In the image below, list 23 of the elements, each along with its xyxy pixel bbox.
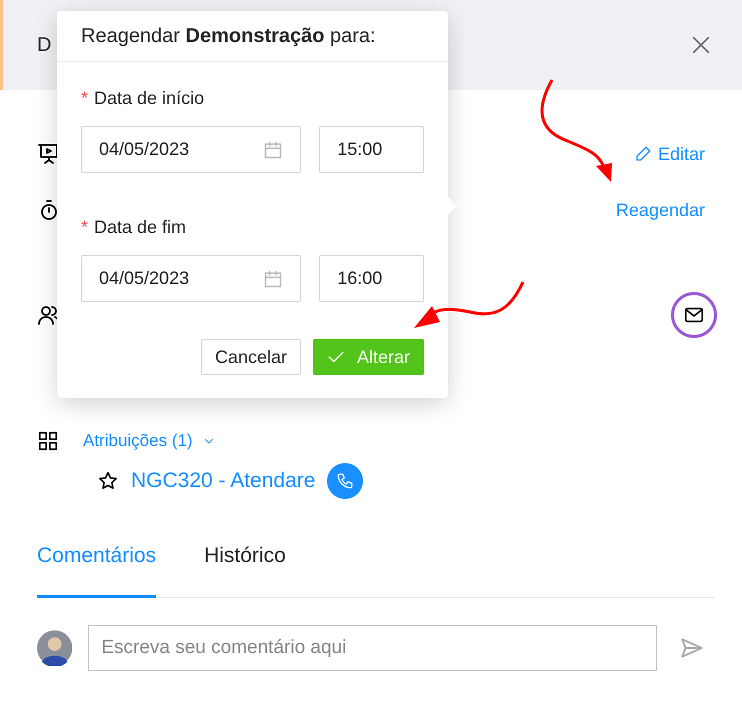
avatar (37, 630, 72, 666)
date-field[interactable]: 04/05/2023 (81, 255, 302, 302)
email-button[interactable] (671, 292, 717, 338)
popover-title: Reagendar Demonstração para: (81, 24, 376, 49)
drawer-title: D (37, 33, 52, 58)
cancel-button[interactable]: Cancelar (200, 339, 301, 375)
star-icon (97, 470, 119, 492)
close-icon (690, 34, 712, 56)
field-label: Data de fim (94, 216, 186, 238)
comment-input[interactable]: Escreva seu comentário aqui (88, 625, 657, 671)
pencil-icon (634, 145, 652, 163)
grid-icon (37, 430, 59, 452)
required-mark: * (81, 216, 88, 238)
call-button[interactable] (327, 463, 364, 499)
time-field[interactable]: 15:00 (319, 126, 424, 173)
calendar-icon (263, 268, 284, 288)
phone-icon (336, 472, 354, 490)
date-field[interactable]: 04/05/2023 (81, 126, 302, 173)
required-mark: * (81, 86, 88, 110)
field-label: Data de início (94, 86, 204, 110)
tab[interactable]: Histórico (204, 530, 286, 598)
time-field[interactable]: 16:00 (319, 255, 424, 302)
calendar-icon (263, 140, 284, 160)
